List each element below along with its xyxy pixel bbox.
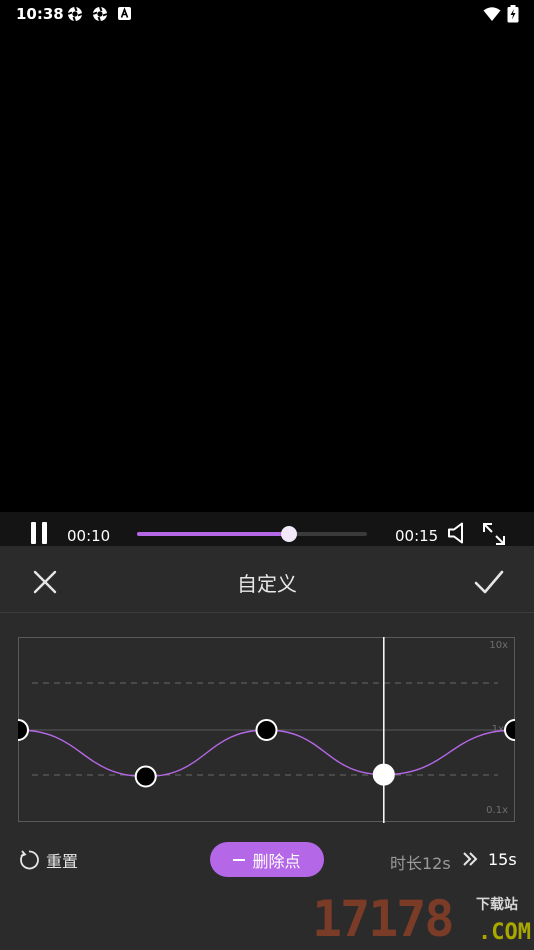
wifi-icon xyxy=(483,7,501,21)
watermark-domain: .COM xyxy=(478,920,531,945)
label-bottom: 0.1x xyxy=(486,805,508,816)
original-duration: 时长12s xyxy=(390,854,451,873)
status-bar: 10:38 xyxy=(0,0,534,28)
panel-header: 自定义 xyxy=(0,546,534,613)
settings-gear-icon xyxy=(92,6,108,22)
pause-icon-bar xyxy=(42,522,47,544)
curve-point-selected[interactable] xyxy=(372,763,395,786)
total-time: 00:15 xyxy=(395,527,439,545)
check-icon[interactable] xyxy=(473,568,505,596)
double-chevron-right-icon xyxy=(463,852,478,866)
progress-fill xyxy=(137,532,289,536)
new-duration: 15s xyxy=(488,850,517,869)
delete-point-label: 删除点 xyxy=(252,851,301,871)
pause-button[interactable] xyxy=(28,522,50,544)
video-preview[interactable] xyxy=(0,28,534,512)
watermark-digits: 17178 xyxy=(312,890,455,948)
current-time: 00:10 xyxy=(67,527,111,545)
speed-curve-canvas[interactable]: 10x 1x 0.1x xyxy=(18,637,515,823)
watermark-tag: 下载站 xyxy=(476,897,518,913)
panel-title: 自定义 xyxy=(237,572,297,596)
a-badge-icon xyxy=(118,7,131,20)
curve-point[interactable] xyxy=(18,719,29,741)
battery-charging-icon xyxy=(507,5,519,23)
progress-thumb[interactable] xyxy=(280,526,297,542)
minus-icon xyxy=(233,858,246,861)
progress-slider[interactable] xyxy=(137,526,367,542)
curve-point[interactable] xyxy=(255,719,278,741)
volume-icon[interactable] xyxy=(447,521,471,545)
pause-icon xyxy=(31,522,36,544)
reset-button[interactable]: 重置 xyxy=(18,848,78,872)
speed-curve-graph[interactable]: 10x 1x 0.1x xyxy=(18,637,515,823)
reset-icon xyxy=(20,850,39,870)
status-time: 10:38 xyxy=(16,5,64,23)
settings-gear-icon xyxy=(67,6,83,22)
label-top: 10x xyxy=(489,640,508,651)
reset-label: 重置 xyxy=(46,852,79,871)
site-watermark: 17178 下载站 .COM xyxy=(312,888,534,950)
curve-point[interactable] xyxy=(134,765,157,788)
delete-point-button[interactable]: 删除点 xyxy=(210,842,324,877)
curve-point[interactable] xyxy=(504,719,515,741)
label-mid: 1x xyxy=(492,724,504,735)
fullscreen-icon[interactable] xyxy=(481,521,507,547)
player-controls: 00:10 00:15 xyxy=(0,512,534,548)
